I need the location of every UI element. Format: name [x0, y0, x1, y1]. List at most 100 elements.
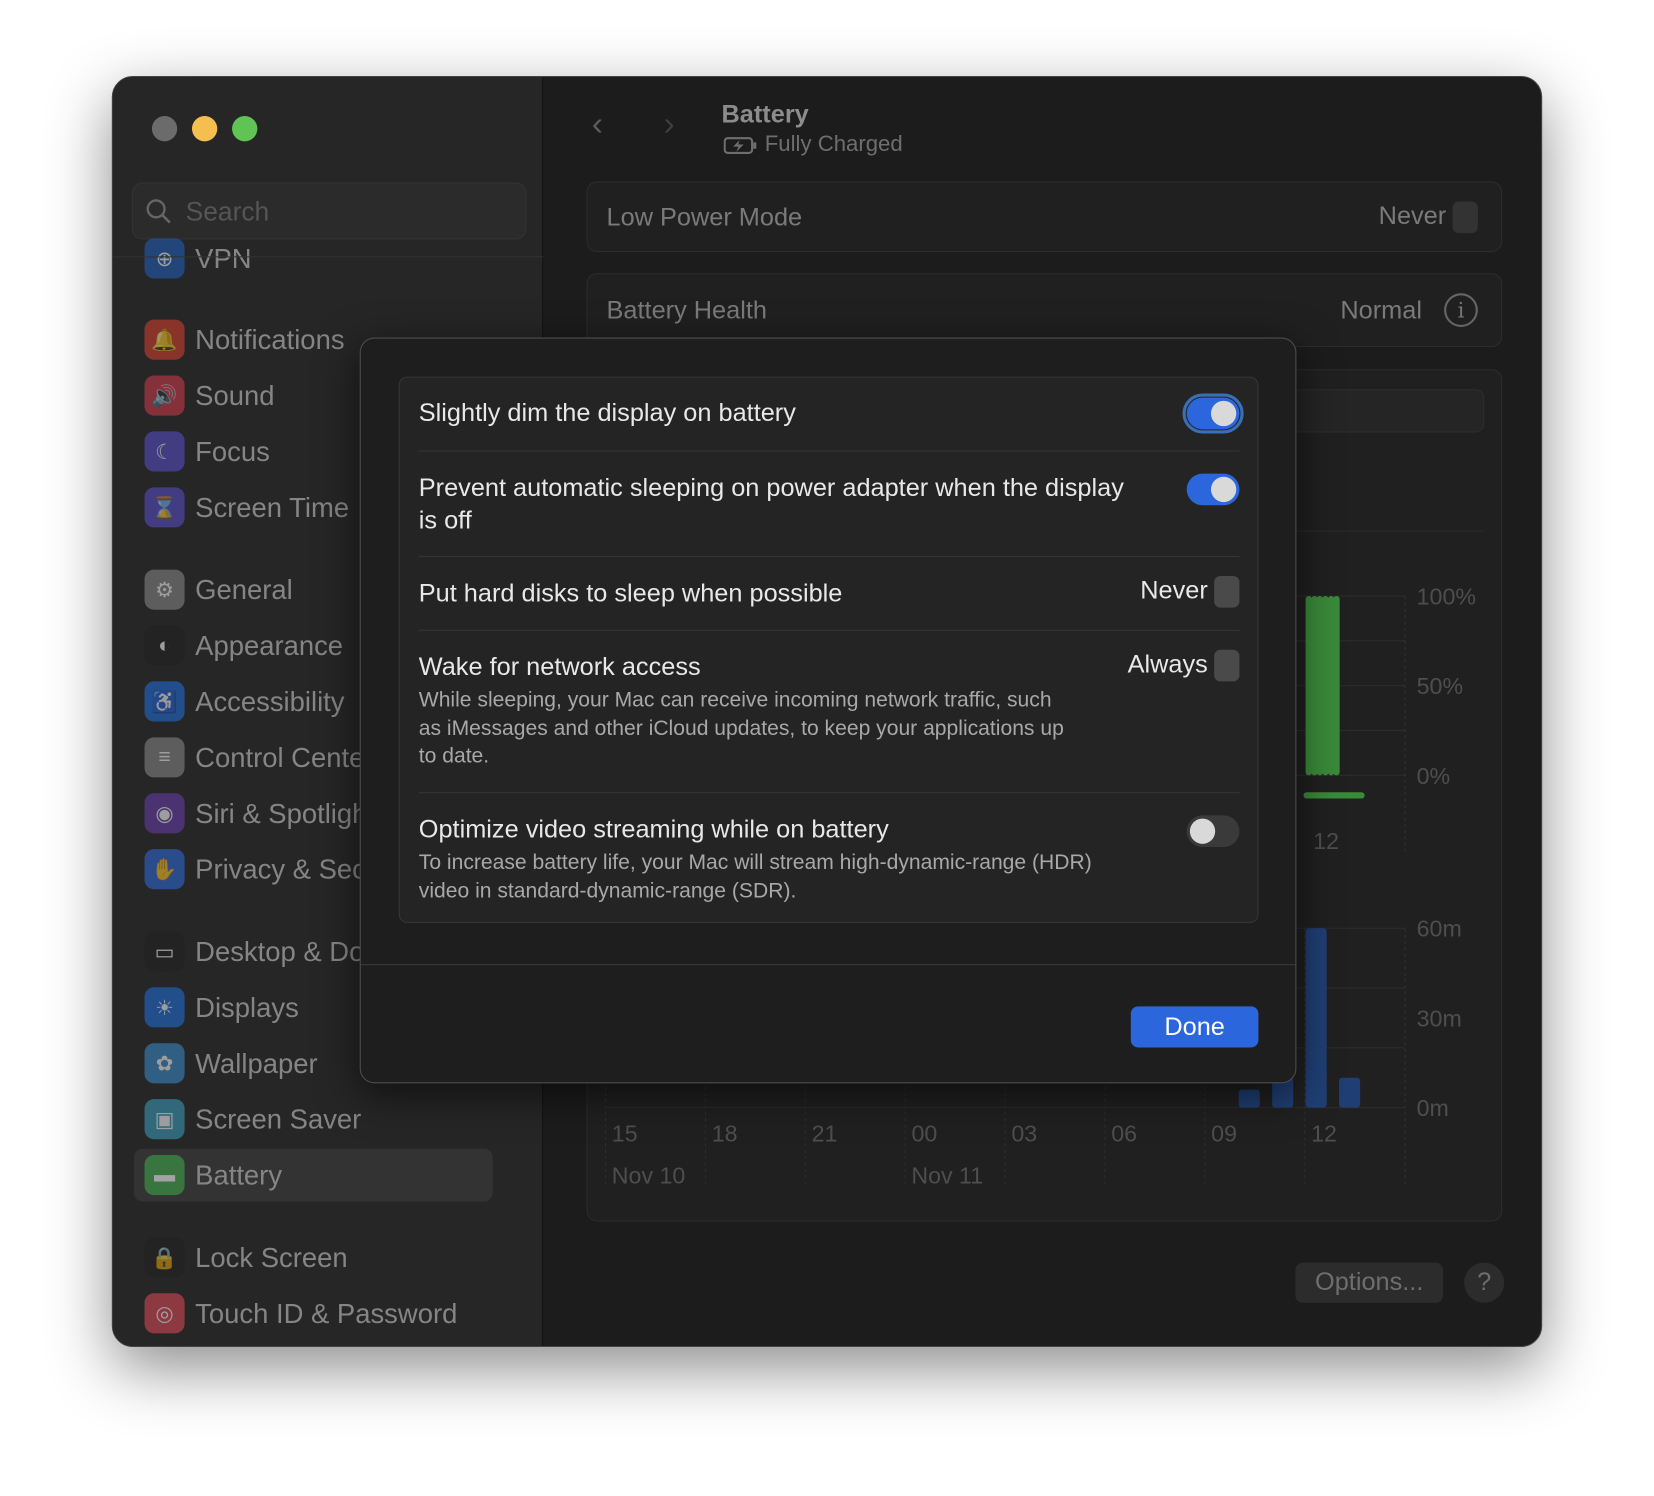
wake-network-description: While sleeping, your Mac can receive inc… [418, 688, 1064, 768]
help-button[interactable]: ? [1464, 1262, 1505, 1303]
battery-level-bar [1305, 595, 1312, 776]
sidebar-item-label: Touch ID & Password [195, 1297, 458, 1330]
wake-network-label: Wake for network access [418, 652, 701, 682]
sheet-divider [360, 964, 1296, 966]
low-power-mode-value: Never [1378, 201, 1447, 231]
vpn-globe-icon: ⊕ [144, 238, 185, 279]
toggles-icon: ≡ [144, 737, 185, 778]
wake-network-row: Wake for network access Always While sle… [418, 631, 1240, 794]
options-button[interactable]: Options... [1295, 1262, 1444, 1303]
sidebar-item-label: Screen Time [195, 491, 350, 524]
page-title: Battery [721, 100, 809, 129]
stepper-icon [1214, 575, 1240, 608]
x-tick-label: 12 [1313, 828, 1339, 854]
hard-disk-sleep-popup[interactable]: Never [1140, 575, 1240, 608]
stepper-icon [1452, 201, 1478, 234]
sidebar-item-label: Sound [195, 379, 275, 412]
sidebar-item-screen-saver[interactable]: ▣ Screen Saver [134, 1093, 493, 1146]
wake-network-popup[interactable]: Always [1127, 649, 1240, 682]
info-icon[interactable]: i [1444, 293, 1478, 328]
wake-network-value: Always [1127, 650, 1208, 679]
hand-icon: ✋ [144, 849, 185, 890]
bell-icon: 🔔 [144, 319, 185, 360]
sidebar-item-label: VPN [195, 242, 252, 275]
dim-display-toggle[interactable] [1182, 393, 1244, 434]
y-tick-label: 100% [1417, 583, 1476, 609]
dock-icon: ▭ [144, 931, 185, 972]
optimize-video-toggle[interactable] [1186, 815, 1240, 848]
screen-on-usage-bar [1339, 1077, 1361, 1108]
flower-icon: ✿ [144, 1043, 185, 1084]
low-power-mode-popup[interactable]: Never [1378, 201, 1478, 234]
y-tick-label: 0% [1417, 763, 1451, 789]
battery-level-bar [1333, 595, 1340, 776]
sidebar-item-label: Accessibility [195, 685, 345, 718]
fingerprint-icon: ◎ [144, 1293, 185, 1334]
sidebar-item-label: General [195, 573, 293, 606]
minimize-button[interactable] [191, 116, 218, 142]
battery-options-sheet: Slightly dim the display on battery Prev… [359, 337, 1297, 1084]
options-panel: Slightly dim the display on battery Prev… [398, 376, 1259, 924]
sidebar-item-label: Control Center [195, 741, 374, 774]
sidebar-item-lock-screen[interactable]: 🔒 Lock Screen [134, 1231, 493, 1284]
lock-icon: 🔒 [144, 1237, 185, 1278]
battery-health-value: Normal [1340, 296, 1422, 325]
battery-icon: ▬ [144, 1155, 185, 1196]
back-chevron-icon[interactable]: ‹ [592, 104, 603, 143]
x-tick-label: 00 [911, 1120, 937, 1146]
forward-chevron-icon[interactable]: › [664, 104, 675, 143]
y-tick-label: 0m [1417, 1095, 1449, 1121]
battery-level-bar [1322, 595, 1329, 776]
search-input[interactable]: Search [131, 182, 527, 240]
siri-icon: ◉ [144, 793, 185, 834]
sidebar-item-battery[interactable]: ▬ Battery [133, 1148, 493, 1202]
battery-health-label: Battery Health [606, 296, 767, 325]
x-tick-label: 18 [712, 1120, 738, 1146]
charging-indicator-bar [1303, 792, 1365, 799]
screen-on-usage-bar [1305, 928, 1327, 1108]
sidebar-item-label: Notifications [195, 323, 345, 356]
y-tick-label: 60m [1417, 916, 1462, 942]
sidebar-item-vpn[interactable]: ⊕ VPN [134, 232, 493, 285]
x-tick-label: 15 [612, 1120, 638, 1146]
sidebar-item-label: Siri & Spotlight [195, 797, 376, 830]
screen-on-usage-bar [1238, 1089, 1260, 1108]
battery-status: Fully Charged [764, 131, 903, 157]
zoom-button[interactable] [232, 116, 258, 142]
x-tick-label: 09 [1211, 1120, 1237, 1146]
y-tick-label: 50% [1417, 673, 1463, 699]
x-tick-label: 12 [1311, 1120, 1337, 1146]
sidebar-item-label: Screen Saver [195, 1103, 362, 1136]
hard-disk-sleep-value: Never [1140, 576, 1208, 605]
screensaver-icon: ▣ [144, 1099, 185, 1140]
sidebar-item-label: Appearance [195, 629, 344, 662]
hard-disk-sleep-row: Put hard disks to sleep when possible Ne… [418, 557, 1240, 631]
done-button[interactable]: Done [1130, 1006, 1259, 1048]
appearance-icon: ◐ [144, 625, 185, 666]
search-icon [146, 199, 171, 224]
optimize-video-label: Optimize video streaming while on batter… [418, 815, 889, 844]
speaker-icon: 🔊 [144, 375, 185, 416]
low-power-mode-row: Low Power Mode Never [586, 181, 1503, 253]
sidebar-item-label: Displays [195, 991, 299, 1024]
prevent-sleep-label: Prevent automatic sleeping on power adap… [418, 473, 1124, 535]
sidebar-item-touch-id-password[interactable]: ◎ Touch ID & Password [134, 1287, 493, 1340]
low-power-mode-label: Low Power Mode [606, 203, 803, 233]
x-tick-label: 21 [812, 1120, 838, 1146]
battery-health-row: Battery Health Normal i [586, 273, 1503, 348]
close-button[interactable] [151, 116, 178, 142]
accessibility-icon: ♿ [144, 681, 185, 722]
sidebar-item-label: Wallpaper [195, 1047, 318, 1080]
optimize-video-row: Optimize video streaming while on batter… [419, 793, 1240, 924]
optimize-video-description: To increase battery life, your Mac will … [418, 851, 1092, 903]
x-tick-label: 03 [1011, 1120, 1037, 1146]
sidebar-divider [112, 256, 544, 258]
dim-display-row: Slightly dim the display on battery [418, 378, 1244, 452]
battery-level-bar [1316, 595, 1323, 776]
moon-icon: ☾ [144, 431, 185, 472]
prevent-sleep-toggle[interactable] [1186, 473, 1240, 506]
hard-disk-sleep-label: Put hard disks to sleep when possible [418, 579, 843, 608]
stepper-icon [1214, 649, 1240, 682]
date-label: Nov 11 [911, 1163, 983, 1189]
sidebar-item-label: Battery [195, 1159, 283, 1191]
